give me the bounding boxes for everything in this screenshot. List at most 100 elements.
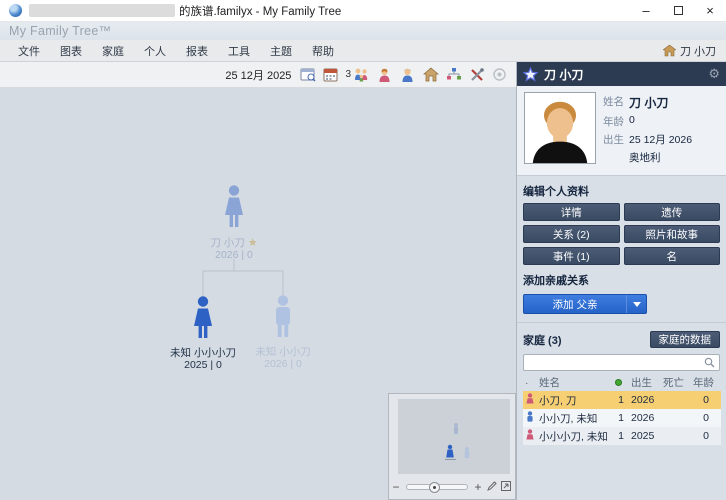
node-detail: 2026 | 0 [264, 358, 302, 370]
tree-node-child-right[interactable]: 未知 小小刀 2026 | 0 [238, 295, 328, 370]
col-death[interactable]: 死亡 [661, 374, 691, 391]
chevron-down-icon [632, 301, 641, 307]
edit-layout-button[interactable] [485, 480, 499, 495]
family-table-header[interactable]: · 姓名 出生 死亡 年龄 [523, 374, 721, 391]
field-value-name: 刀 小刀 [629, 96, 669, 110]
maximize-icon [673, 6, 683, 15]
home-icon [662, 44, 676, 56]
male-person-icon [527, 411, 533, 422]
family-icon[interactable] [353, 66, 370, 83]
chart-icon[interactable] [445, 66, 462, 83]
names-button[interactable]: 名 [623, 247, 720, 265]
cell-marker: 1 [618, 430, 624, 442]
cell-name: 小小刀, 未知 [539, 412, 598, 425]
col-birth[interactable]: 出生 [629, 374, 661, 391]
add-father-button[interactable]: 添加 父亲 [523, 294, 647, 314]
genetics-button[interactable]: 遗传 [623, 203, 720, 221]
tree-node-child-left[interactable]: 未知 小小小刀 2025 | 0 [158, 296, 248, 371]
cell-marker: 1 [618, 412, 624, 424]
relationships-button[interactable]: 关系 (2) [523, 225, 620, 243]
family-section-header: 家庭 (3) 家庭的数据 [517, 322, 726, 351]
cell-marker: 1 [618, 394, 624, 406]
menu-help[interactable]: 帮助 [302, 41, 344, 61]
cell-name: 小小小刀, 未知 [539, 430, 608, 443]
menu-person[interactable]: 个人 [134, 41, 176, 61]
zoom-in-button[interactable]: + [471, 480, 485, 494]
app-icon [9, 4, 22, 17]
gear-icon[interactable]: ⚙ [708, 67, 720, 82]
add-relative-dropdown[interactable] [626, 295, 646, 313]
col-age[interactable]: 年龄 [691, 374, 721, 391]
events-button[interactable]: 事件 (1) [523, 247, 620, 265]
redacted-filename [29, 4, 175, 17]
menu-tools[interactable]: 工具 [218, 41, 260, 61]
profile-card: 姓名刀 小刀 年龄 0 出生 25 12月 2026 奥地利 [517, 86, 726, 176]
field-label-birth: 出生 [603, 134, 624, 146]
living-dot-icon [615, 378, 622, 386]
cell-death [661, 409, 691, 427]
family-table: · 姓名 出生 死亡 年龄 小刀, 刀 1 2026 0 小小刀, 未知 1 2… [523, 374, 721, 445]
col-name[interactable]: 姓名 [537, 374, 613, 391]
search-icon [704, 357, 715, 368]
menu-themes[interactable]: 主题 [260, 41, 302, 61]
date-navigator-icon[interactable] [299, 66, 316, 83]
home-person-indicator[interactable]: 刀 小刀 [662, 43, 718, 59]
fit-icon [501, 480, 511, 491]
canvas-toolbar: 25 12月 2025 3 [0, 62, 516, 88]
menu-family[interactable]: 家庭 [92, 41, 134, 61]
details-button[interactable]: 详情 [523, 203, 620, 221]
woman-icon[interactable] [376, 66, 393, 83]
profile-photo[interactable] [524, 92, 596, 164]
home-tool-icon[interactable] [422, 66, 439, 83]
photos-stories-button[interactable]: 照片和故事 [623, 225, 720, 243]
fit-to-window-button[interactable] [499, 480, 513, 495]
tree-canvas[interactable]: 25 12月 2025 3 刀 小刀 ★ 2026 | 0 未知 小小小刀 20… [0, 62, 516, 500]
person-sidebar: 刀 小刀 ⚙ 姓名 刀 小刀 年龄 0 出生 25 12月 2026 奥地利 编辑… [516, 62, 726, 500]
add-father-label: 添加 父亲 [552, 298, 598, 311]
zoom-controls: − + [389, 479, 516, 495]
family-search-input[interactable] [524, 356, 704, 369]
cell-death [661, 391, 691, 409]
zoom-slider[interactable] [406, 482, 468, 493]
female-person-icon [526, 429, 534, 440]
family-row[interactable]: 小小小刀, 未知 1 2025 0 [523, 427, 721, 445]
node-label: 未知 小小小刀 [170, 347, 236, 359]
home-star-icon: ★ [247, 237, 258, 249]
field-value-birth: 25 12月 2026 [629, 134, 693, 146]
zoom-out-button[interactable]: − [389, 480, 403, 494]
cell-birth: 2026 [631, 412, 655, 424]
cell-age: 0 [703, 430, 709, 442]
node-detail: 2026 | 0 [215, 249, 253, 261]
pencil-icon [487, 480, 497, 491]
family-row[interactable]: 小小刀, 未知 1 2026 0 [523, 409, 721, 427]
app-window: 的族谱.familyx - My Family Tree – × My Fami… [0, 0, 726, 500]
sidebar-person-name: 刀 小刀 [544, 67, 584, 82]
man-icon[interactable] [399, 66, 416, 83]
col-living-icon[interactable] [613, 374, 629, 391]
node-label: 刀 小刀 ★ [189, 237, 279, 249]
sort-indicator: · [525, 376, 529, 389]
minimap-panel: − + [388, 393, 516, 500]
menu-reports[interactable]: 报表 [176, 41, 218, 61]
menu-charts[interactable]: 图表 [50, 41, 92, 61]
calendar-icon[interactable] [322, 66, 339, 83]
brand-text: My Family Tree™ [9, 24, 112, 38]
close-button[interactable]: × [694, 0, 726, 22]
family-data-button[interactable]: 家庭的数据 [649, 331, 720, 348]
zoom-slider-thumb[interactable] [429, 482, 440, 493]
settings-icon[interactable] [491, 66, 508, 83]
tools-icon[interactable] [468, 66, 485, 83]
cell-death [661, 427, 691, 445]
menubar: 文件 图表 家庭 个人 报表 工具 主题 帮助 刀 小刀 [0, 40, 726, 62]
tree-node-root[interactable]: 刀 小刀 ★ 2026 | 0 [189, 184, 279, 261]
minimap-view[interactable] [398, 399, 510, 474]
maximize-button[interactable] [662, 0, 694, 22]
cell-age: 0 [703, 394, 709, 406]
menu-file[interactable]: 文件 [8, 41, 50, 61]
sidebar-person-header: 刀 小刀 ⚙ [517, 62, 726, 86]
family-count: 3 [345, 69, 351, 80]
add-relative-section-title: 添加亲戚关系 [523, 275, 589, 287]
female-figure-icon [225, 185, 243, 227]
minimize-button[interactable]: – [630, 0, 662, 22]
family-row-selected[interactable]: 小刀, 刀 1 2026 0 [523, 391, 721, 409]
